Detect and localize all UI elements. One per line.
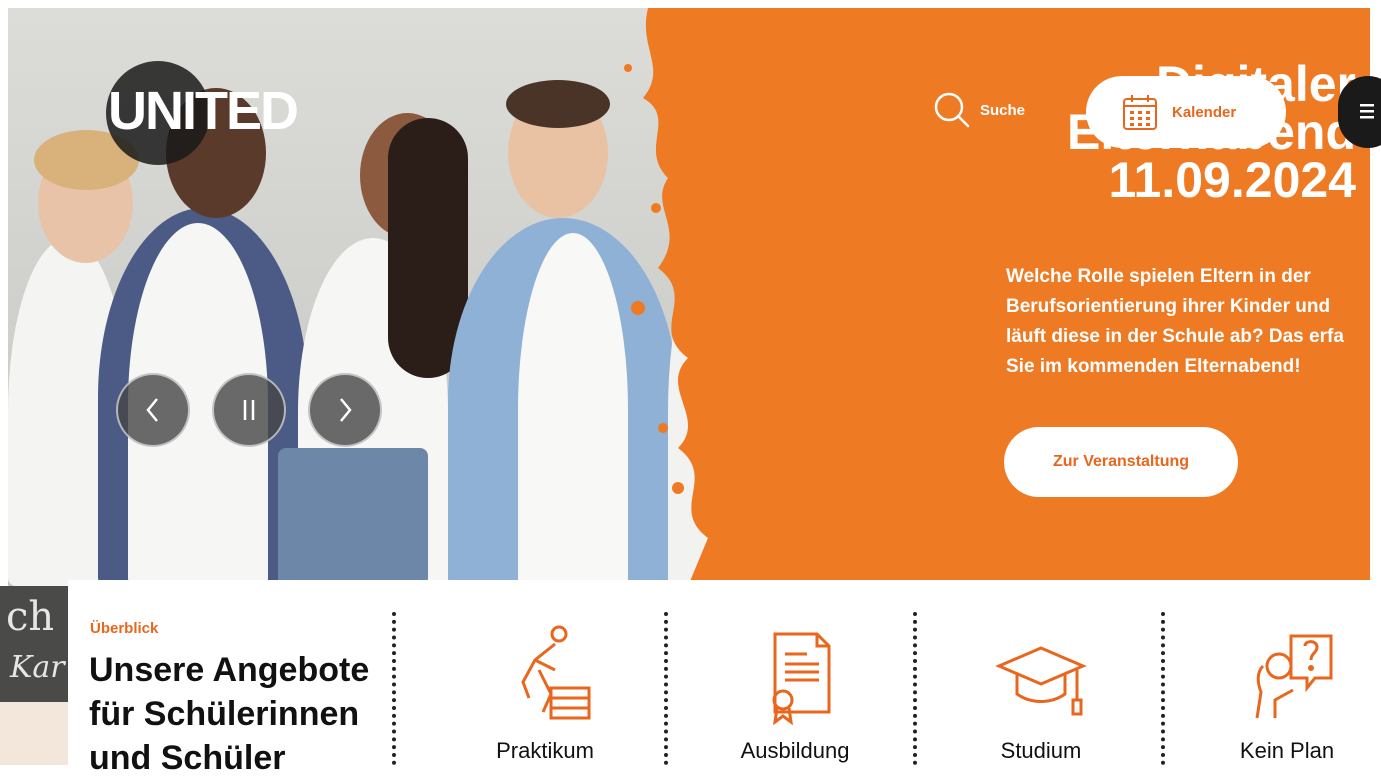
pause-icon — [243, 400, 255, 420]
chalk-text: ch — [6, 594, 55, 640]
offer-ausbildung[interactable] — [710, 620, 880, 725]
divider — [392, 612, 396, 765]
divider — [1161, 612, 1165, 765]
description-line: Welche Rolle spielen Eltern in der — [1006, 266, 1311, 287]
search-label: Suche — [980, 101, 1026, 119]
menu-button[interactable] — [1338, 76, 1381, 148]
event-description: Welche Rolle spielen Eltern in der Beruf… — [1006, 262, 1370, 382]
description-line: läuft diese in der Schule ab? Das erfa — [1006, 326, 1344, 347]
bricklayer-icon — [521, 625, 591, 720]
offer-kein-plan[interactable] — [1202, 620, 1372, 725]
calendar-button[interactable]: Kalender — [1086, 76, 1286, 148]
logo-text: UNITED — [108, 81, 299, 141]
person-3-jeans — [278, 448, 428, 586]
title-line: und Schüler — [89, 739, 286, 777]
carousel-next-button[interactable] — [308, 373, 382, 447]
calendar-label: Kalender — [1172, 103, 1237, 121]
description-line: Sie im kommenden Elternabend! — [1006, 356, 1301, 377]
search-button[interactable]: Suche — [932, 90, 1025, 130]
question-head-icon — [1255, 634, 1333, 719]
offer-label: Praktikum — [496, 738, 594, 763]
chevron-left-icon — [146, 398, 158, 422]
overview-eyebrow: Überblick — [90, 620, 159, 637]
calendar-icon — [1123, 95, 1157, 130]
offer-label: Studium — [1000, 738, 1082, 763]
description-line: Berufsorientierung ihrer Kinder und — [1006, 296, 1331, 317]
offer-praktikum[interactable] — [460, 620, 630, 725]
title-line: Unsere Angebote — [89, 651, 370, 689]
background-sliver — [0, 702, 70, 765]
person-4-hair — [506, 80, 610, 128]
divider — [664, 612, 668, 765]
graduation-cap-icon — [995, 646, 1087, 716]
divider — [913, 612, 917, 765]
chalk-text: Kar — [10, 650, 65, 685]
hamburger-icon — [1360, 104, 1374, 119]
certificate-icon — [772, 632, 831, 725]
offers-title: Unsere Angebote für Schülerinnen und Sch… — [89, 648, 389, 780]
search-icon — [934, 92, 970, 128]
event-cta-button[interactable]: Zur Veranstaltung — [1004, 427, 1238, 497]
carousel-prev-button[interactable] — [116, 373, 190, 447]
offer-studium[interactable] — [956, 620, 1126, 725]
offer-label: Kein Plan — [1239, 738, 1335, 763]
headline-date: 11.09.2024 — [1108, 152, 1357, 208]
paint-splatter-edge — [608, 8, 848, 586]
title-line: für Schülerinnen — [89, 695, 360, 733]
offer-label: Ausbildung — [740, 738, 850, 763]
carousel-pause-button[interactable] — [212, 373, 286, 447]
chevron-right-icon — [340, 398, 352, 422]
